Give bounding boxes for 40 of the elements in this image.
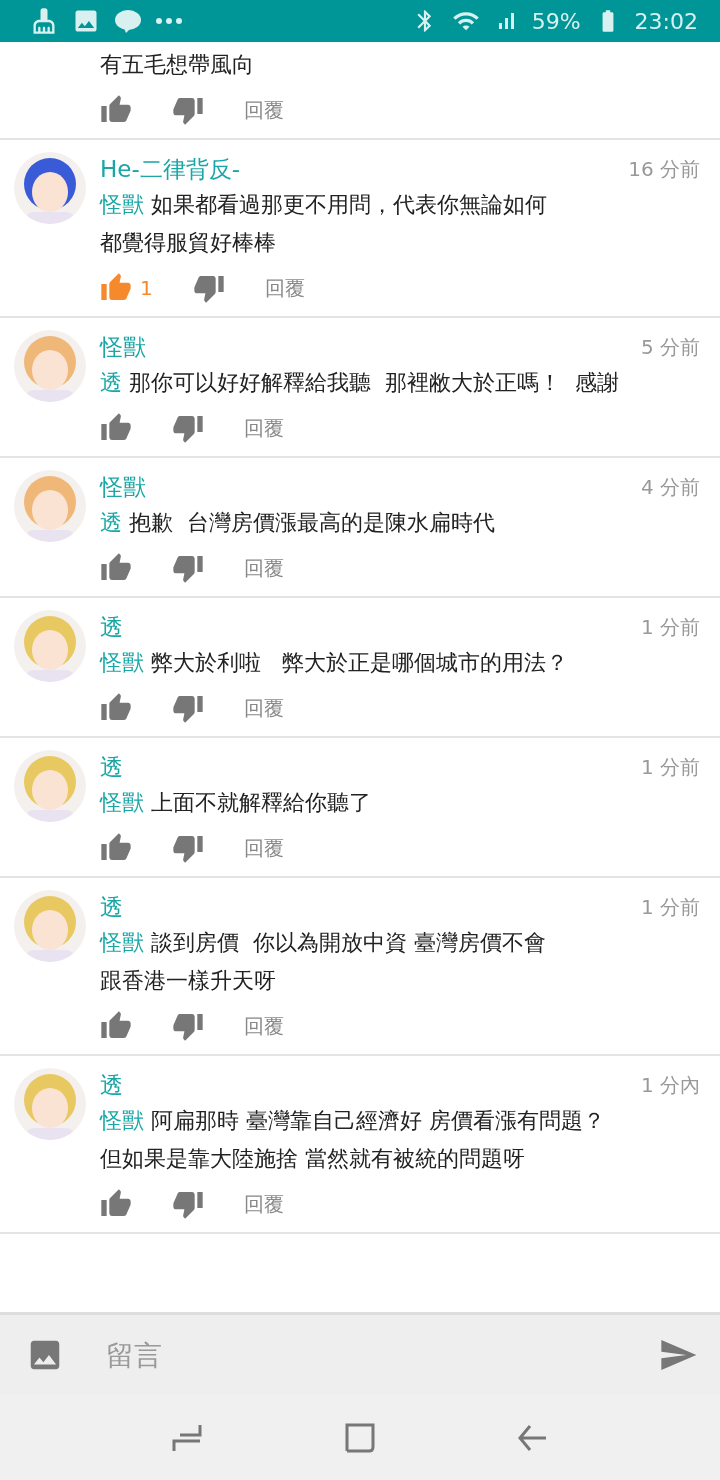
user-name[interactable]: 透	[100, 751, 123, 783]
comment-time: 1 分前	[640, 753, 700, 781]
reply-button[interactable]: 回覆	[264, 274, 305, 302]
comment-text: 有五毛想帶風向	[100, 51, 255, 79]
comment-text: 透 抱歉 台灣房價漲最高的是陳水扁時代	[100, 509, 496, 537]
comment-text: 怪獸 弊大於利啦 弊大於正是哪個城市的用法？	[100, 649, 569, 677]
comment-time: 1 分內	[640, 1071, 700, 1099]
reply-button[interactable]: 回覆	[244, 1190, 284, 1218]
comment-text: 都覺得服貿好棒棒	[100, 229, 277, 257]
comment-text: 跟香港一樣升天呀	[100, 967, 277, 995]
comment-text: 怪獸 談到房價 你以為開放中資 臺灣房價不會	[100, 929, 547, 957]
comment-text: 但如果是靠大陸施捨 當然就有被統的問題呀	[100, 1145, 526, 1173]
clock: 23:02	[634, 8, 698, 34]
user-name[interactable]: 怪獸	[100, 331, 146, 363]
reply-button[interactable]: 回覆	[244, 414, 284, 442]
user-name[interactable]: He-二律背反-	[100, 153, 241, 185]
comment-text: 怪獸 阿扁那時 臺灣靠自己經濟好 房價看漲有問題？	[100, 1107, 606, 1135]
more-icon	[156, 18, 182, 24]
comment-text: 怪獸 如果都看過那更不用問，代表你無論如何	[100, 191, 548, 219]
comment-text: 透 那你可以好好解釋給我聽 那裡敝大於正嗎！ 感謝	[100, 369, 620, 397]
reply-button[interactable]: 回覆	[244, 96, 284, 124]
comment-text: 怪獸 上面不就解釋給你聽了	[100, 789, 372, 817]
user-name[interactable]: 怪獸	[100, 471, 146, 503]
reply-button[interactable]: 回覆	[244, 554, 284, 582]
comment-time: 16 分前	[628, 155, 700, 183]
user-name[interactable]: 透	[100, 611, 123, 643]
reply-button[interactable]: 回覆	[244, 1012, 284, 1040]
comment-time: 1 分前	[640, 893, 700, 921]
reply-button[interactable]: 回覆	[244, 694, 284, 722]
comment-time: 5 分前	[640, 333, 700, 361]
reply-button[interactable]: 回覆	[244, 834, 284, 862]
battery-percent: 59%	[531, 8, 581, 34]
comment-time: 1 分前	[640, 613, 700, 641]
like-button[interactable]: 1	[100, 272, 153, 304]
chat-bubble-icon	[114, 9, 142, 33]
comment-bar[interactable]: 留言	[0, 1312, 720, 1395]
user-name[interactable]: 透	[100, 891, 123, 923]
user-name[interactable]: 透	[100, 1069, 123, 1101]
comment-time: 4 分前	[640, 473, 700, 501]
comment-input[interactable]: 留言	[104, 1337, 618, 1373]
